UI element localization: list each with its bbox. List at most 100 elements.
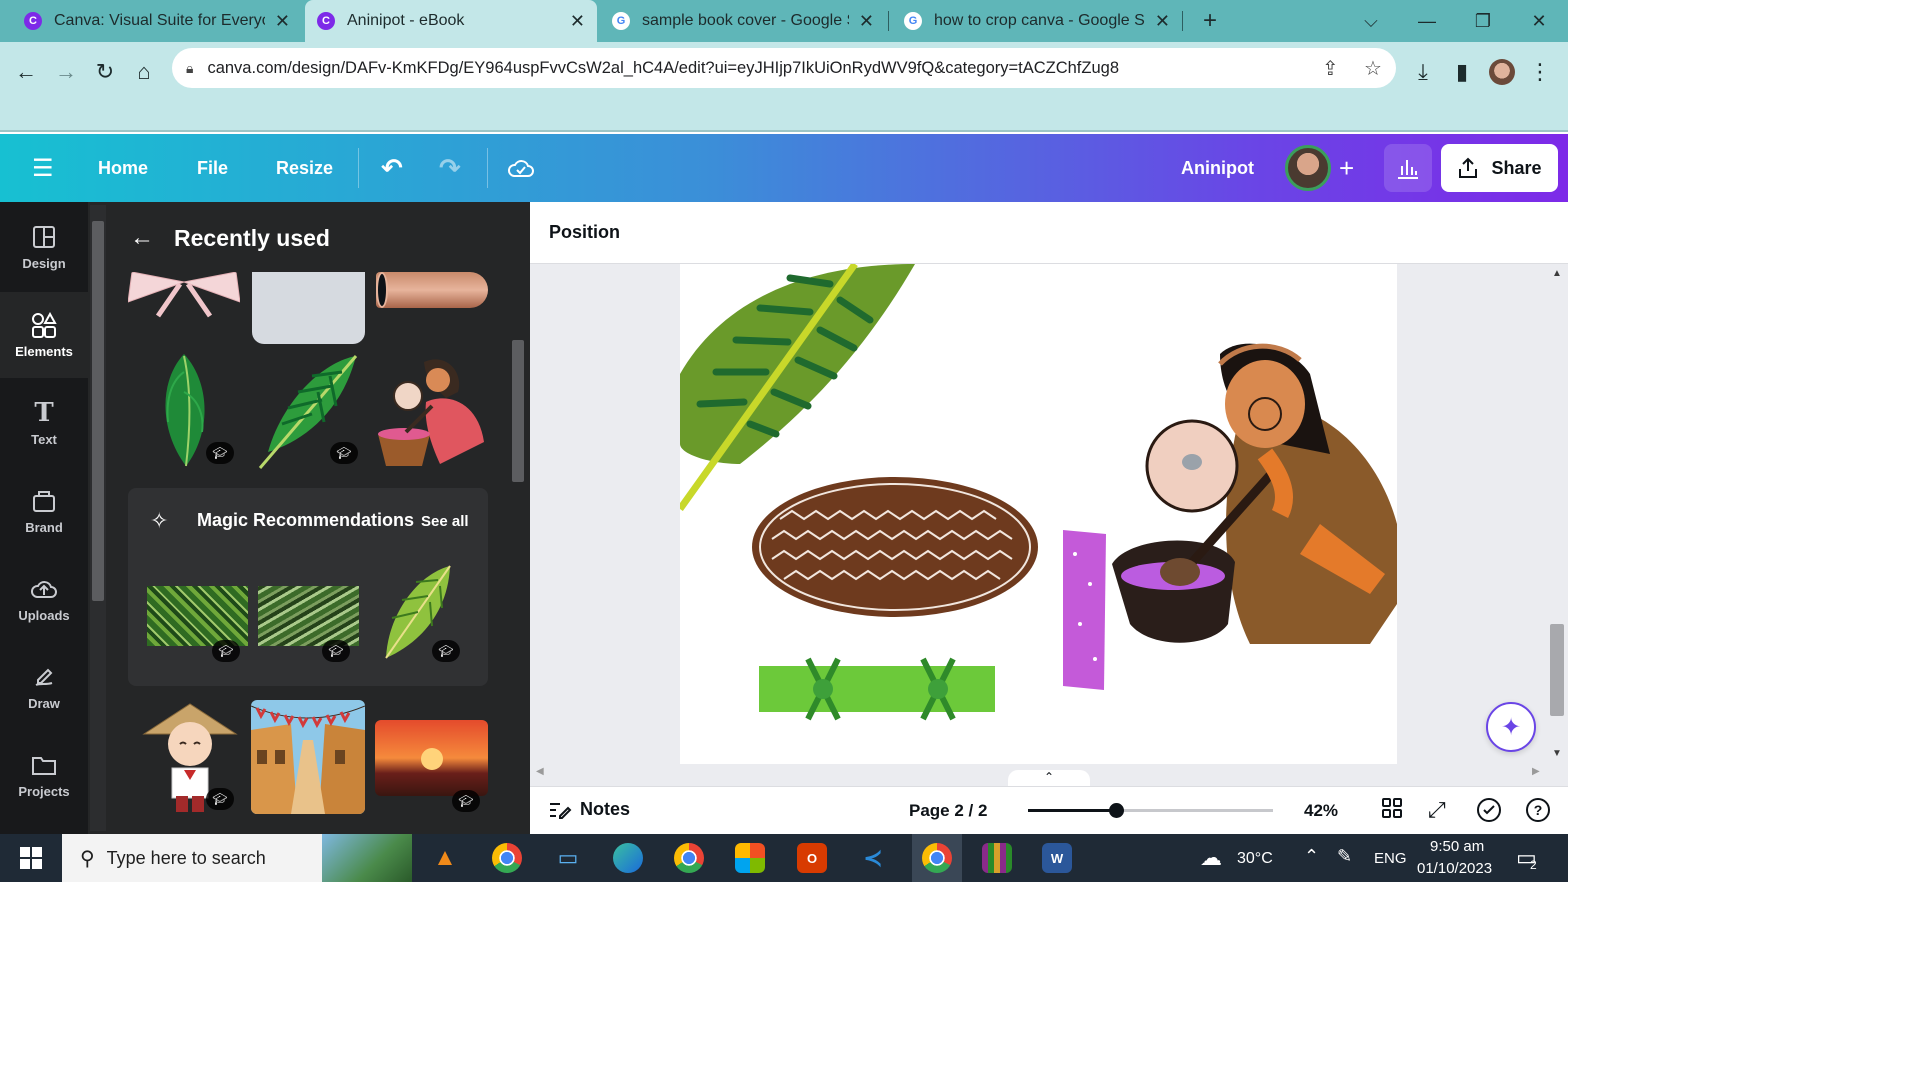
tab-sample-book-cover[interactable]: G sample book cover - Google Sea ✕ (600, 0, 886, 42)
reload-icon[interactable]: ↻ (87, 54, 123, 90)
scroll-down-icon[interactable]: ▼ (1552, 748, 1562, 759)
collaborator-avatar[interactable] (1285, 145, 1331, 191)
profile-avatar[interactable] (1484, 54, 1520, 90)
taskbar-search[interactable]: ⚲ Type here to search (62, 834, 412, 882)
canvas-vertical-scrollbar[interactable]: ▲ ▼ (1548, 264, 1566, 764)
element-thumb-grey-frame[interactable] (252, 272, 365, 344)
design-title[interactable]: Aninipot (1181, 134, 1254, 202)
tab-how-to-crop[interactable]: G how to crop canva - Google Sea ✕ (892, 0, 1182, 42)
cloud-saved-icon[interactable] (507, 134, 535, 202)
hamburger-menu-icon[interactable]: ☰ (32, 134, 54, 202)
pen-menu-icon[interactable]: ✎ (1337, 846, 1352, 867)
download-icon[interactable]: ⤓ (1405, 54, 1441, 90)
rail-scrollbar[interactable] (90, 205, 106, 831)
close-tab-icon[interactable]: ✕ (859, 11, 874, 32)
element-thumb-boy-with-hat[interactable]: 🎓︎ (140, 700, 240, 814)
new-tab-button[interactable]: + (1182, 0, 1238, 42)
grid-view-icon[interactable] (1381, 797, 1403, 825)
fullscreen-icon[interactable]: ⤢ (1428, 797, 1446, 823)
weather-cloud-icon[interactable]: ☁ (1196, 843, 1226, 873)
tab-canva-home[interactable]: C Canva: Visual Suite for Everyone ✕ (12, 0, 302, 42)
home-icon[interactable]: ⌂ (126, 54, 162, 90)
rail-item-design[interactable]: Design (0, 204, 88, 290)
chrome-profile-icon[interactable] (492, 843, 522, 873)
see-all-link[interactable]: See all (421, 513, 469, 530)
undo-icon[interactable]: ↶ (381, 134, 403, 202)
side-panel-icon[interactable]: ▮ (1444, 54, 1480, 90)
address-bar[interactable]: 🔒︎ canva.com/design/DAFv-KmKFDg/EY964usp… (172, 48, 1396, 88)
canvas-element-banana-leaf[interactable] (680, 264, 915, 512)
element-thumb-street-festival[interactable] (251, 700, 365, 814)
scrollbar-thumb[interactable] (1550, 624, 1564, 716)
scroll-up-icon[interactable]: ▲ (1552, 268, 1562, 279)
scroll-left-icon[interactable]: ◀ (536, 766, 544, 777)
resize-menu[interactable]: Resize (276, 134, 333, 202)
rail-item-elements[interactable]: Elements (0, 292, 88, 378)
scrollbar-thumb[interactable] (512, 340, 524, 482)
canvas-element-woman-cooking[interactable] (1112, 343, 1397, 644)
clock-time[interactable]: 9:50 am (1430, 838, 1484, 855)
rail-item-brand[interactable]: Brand (0, 468, 88, 554)
restore-icon[interactable]: ❐ (1455, 0, 1511, 42)
home-menu[interactable]: Home (98, 134, 148, 202)
share-page-icon[interactable]: ⇪ (1322, 56, 1339, 81)
design-page[interactable] (680, 264, 1397, 764)
panel-scrollbar[interactable] (510, 272, 526, 830)
zoom-slider[interactable] (1028, 803, 1273, 818)
zoom-slider-handle[interactable] (1109, 803, 1125, 818)
element-thumb-grass-texture-1[interactable] (147, 586, 248, 646)
scroll-right-icon[interactable]: ▶ (1532, 766, 1540, 777)
rail-item-text[interactable]: T Text (0, 380, 88, 466)
file-explorer-icon[interactable]: ▭ (553, 843, 583, 873)
chrome-active-icon[interactable] (922, 843, 952, 873)
element-thumb-pink-bow[interactable] (128, 272, 240, 318)
element-thumb-copper-tube[interactable] (376, 272, 488, 308)
add-collaborator-icon[interactable]: + (1339, 134, 1354, 202)
winrar-icon[interactable] (982, 843, 1012, 873)
canvas-element-woven-tray[interactable] (752, 477, 1038, 617)
show-hidden-icons-icon[interactable]: ⌃ (1304, 846, 1319, 867)
forward-arrow-icon[interactable]: → (48, 54, 84, 90)
element-thumb-woman-cooking[interactable] (376, 352, 488, 470)
tab-search-chevron-icon[interactable]: ⌵ (1343, 0, 1399, 42)
minimize-icon[interactable]: — (1399, 0, 1455, 42)
insights-button[interactable] (1384, 144, 1432, 192)
office-icon[interactable]: O (797, 843, 827, 873)
close-tab-icon[interactable]: ✕ (1155, 11, 1170, 32)
element-thumb-banana-leaf-1[interactable]: 🎓︎ (140, 352, 240, 470)
position-button[interactable]: Position (549, 222, 620, 243)
notes-button[interactable]: Notes (548, 799, 630, 820)
site-info-icon[interactable]: 🔒︎ (186, 60, 193, 77)
windows-start-icon[interactable] (16, 843, 46, 873)
scrollbar-thumb[interactable] (92, 221, 104, 601)
redo-icon[interactable]: ↷ (439, 134, 461, 202)
rail-item-projects[interactable]: Projects (0, 732, 88, 818)
help-icon[interactable]: ? (1525, 797, 1551, 829)
canvas-element-purple-ribbon[interactable] (1063, 530, 1106, 690)
share-button[interactable]: Share (1441, 144, 1558, 192)
vscode-icon[interactable]: ≺ (858, 843, 888, 873)
back-arrow-icon[interactable]: ← (130, 224, 154, 252)
zoom-value[interactable]: 42% (1304, 801, 1338, 821)
element-thumb-sunset-field[interactable] (375, 720, 488, 796)
weather-temperature[interactable]: 30°C (1237, 850, 1273, 868)
back-arrow-icon[interactable]: ← (8, 54, 44, 90)
word-icon[interactable]: W (1042, 843, 1072, 873)
microsoft-store-icon[interactable] (735, 843, 765, 873)
magic-assistant-button[interactable]: ✦ (1486, 702, 1536, 752)
close-window-icon[interactable]: ✕ (1511, 0, 1567, 42)
close-tab-icon[interactable]: ✕ (275, 11, 290, 32)
edge-browser-icon[interactable] (613, 843, 643, 873)
browser-menu-icon[interactable]: ⋮ (1522, 54, 1558, 90)
file-menu[interactable]: File (197, 134, 228, 202)
page-indicator[interactable]: Page 2 / 2 (909, 801, 987, 821)
element-thumb-banana-leaf-2[interactable]: 🎓︎ (252, 352, 365, 470)
rail-item-draw[interactable]: Draw (0, 644, 88, 730)
bookmark-star-icon[interactable]: ☆ (1364, 56, 1382, 81)
clock-date[interactable]: 01/10/2023 (1417, 860, 1492, 877)
check-circle-icon[interactable] (1476, 797, 1502, 829)
vlc-icon[interactable]: ▲ (430, 843, 460, 873)
input-language[interactable]: ENG (1374, 850, 1407, 867)
close-tab-icon[interactable]: ✕ (570, 11, 585, 32)
element-thumb-grass-texture-2[interactable] (258, 586, 359, 646)
